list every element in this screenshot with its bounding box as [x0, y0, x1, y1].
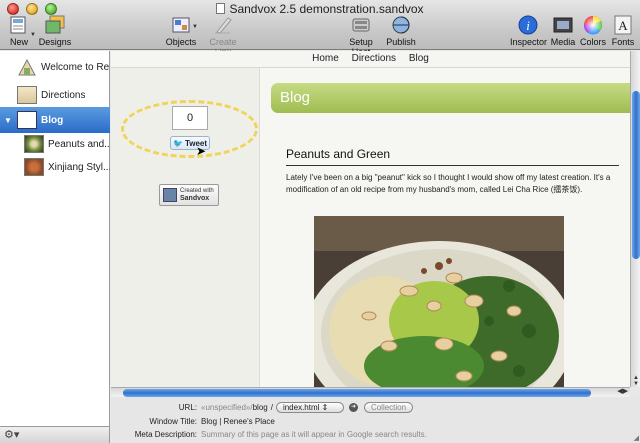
sidebar-item-label: Peanuts and...	[48, 138, 110, 150]
window-title: Sandvox 2.5 demonstration.sandvox	[0, 2, 640, 16]
toolbar: Sandvox 2.5 demonstration.sandvox New ▼ …	[0, 0, 640, 57]
fonts-icon: A	[614, 15, 632, 35]
publish-globe-icon	[392, 16, 410, 34]
nav-link-directions[interactable]: Directions	[352, 53, 396, 64]
site-navigation: Home Directions Blog	[111, 51, 630, 68]
svg-text:A: A	[618, 18, 628, 33]
section-title: Blog	[271, 83, 630, 113]
document-icon	[216, 3, 226, 14]
new-button[interactable]: New	[5, 15, 33, 47]
media-button[interactable]: Media	[550, 15, 576, 47]
horizontal-scrollbar[interactable]: ◀▶	[111, 387, 630, 397]
disclosure-triangle-icon[interactable]: ▼	[4, 116, 14, 125]
scroll-arrows-icon[interactable]: ▲ ▼	[631, 375, 640, 387]
colors-button[interactable]: Colors	[579, 15, 607, 47]
page-details-panel: URL: «unspecified»/ blog / index.html ⇕ …	[111, 397, 640, 443]
peanuts-post-thumbnail	[24, 135, 44, 153]
site-outline-sidebar: Welcome to Re... Directions ▼ Blog Peanu…	[0, 51, 110, 426]
url-row: URL: «unspecified»/ blog / index.html ⇕ …	[111, 401, 414, 414]
meta-description-field[interactable]: Summary of this page as it will appear i…	[201, 430, 427, 439]
xinjiang-post-thumbnail	[24, 158, 44, 176]
url-path-field[interactable]: blog	[253, 403, 268, 412]
media-film-icon	[553, 17, 573, 33]
sidebar-item-label: Directions	[41, 89, 86, 101]
sidebar-item-xinjiang[interactable]: Xinjiang Styl...	[0, 154, 110, 180]
post-title[interactable]: Peanuts and Green	[286, 147, 619, 166]
url-filename-select[interactable]: index.html ⇕	[275, 402, 344, 413]
nav-link-home[interactable]: Home	[312, 53, 339, 64]
go-to-url-icon[interactable]: ➜	[348, 403, 358, 412]
objects-dropdown-arrow[interactable]: ▼	[192, 24, 198, 30]
vertical-scrollbar[interactable]: ▲ ▼	[630, 51, 640, 387]
sidebar-item-directions[interactable]: Directions	[0, 82, 110, 108]
twitter-bird-icon: 🐦	[172, 138, 183, 148]
sidebar-column: 0 🐦 Tweet ➤ Created with Sandvox	[111, 68, 259, 387]
horizontal-scroll-thumb[interactable]	[123, 389, 591, 397]
link-pen-icon	[215, 17, 232, 34]
svg-text:i: i	[526, 18, 530, 33]
directions-page-thumbnail	[17, 86, 37, 104]
sidebar-footer: ⚙▾	[0, 426, 110, 443]
tweet-count: 0	[172, 106, 208, 130]
blog-collection-thumbnail	[17, 111, 37, 129]
new-page-icon	[10, 16, 26, 34]
post-body[interactable]: Lately I've been on a big "peanut" kick …	[286, 172, 621, 196]
nav-link-blog[interactable]: Blog	[409, 53, 429, 64]
page-content: Blog Peanuts and Green Lately I've been …	[259, 68, 630, 387]
color-wheel-icon	[583, 16, 603, 35]
sandvox-logo-icon	[163, 188, 177, 202]
lei-cha-rice-image	[314, 216, 564, 387]
objects-icon	[172, 17, 190, 33]
window-title-row: Window Title: Blog | Renee's Place	[149, 417, 275, 426]
resize-grip-icon[interactable]: ◢	[634, 434, 639, 442]
food-photo[interactable]	[314, 216, 564, 387]
window-title-field[interactable]: Blog | Renee's Place	[201, 417, 275, 426]
app-window: Sandvox 2.5 demonstration.sandvox New ▼ …	[0, 0, 640, 443]
info-icon: i	[518, 15, 538, 35]
designs-icon	[45, 15, 65, 34]
sidebar-item-label: Blog	[41, 114, 64, 126]
objects-button[interactable]: Objects	[164, 15, 198, 47]
sidebar-item-label: Welcome to Re...	[41, 61, 110, 73]
new-dropdown-arrow[interactable]: ▼	[30, 32, 36, 38]
designs-button[interactable]: Designs	[38, 15, 72, 47]
collection-button[interactable]: Collection	[363, 402, 414, 413]
inspector-button[interactable]: i Inspector	[510, 15, 547, 47]
horizontal-scroll-arrows-icon[interactable]: ◀▶	[617, 387, 628, 395]
web-preview[interactable]: Home Directions Blog 0 🐦 Tweet ➤ Created…	[111, 51, 630, 387]
meta-description-row: Meta Description: Summary of this page a…	[134, 430, 427, 439]
vertical-scroll-thumb[interactable]	[632, 91, 640, 259]
pointer-cursor-icon: ➤	[196, 144, 207, 158]
gear-icon[interactable]: ⚙▾	[4, 428, 19, 441]
sidebar-item-blog[interactable]: ▼ Blog	[0, 107, 110, 133]
sidebar-item-label: Xinjiang Styl...	[48, 161, 110, 173]
host-server-icon	[352, 18, 370, 32]
sidebar-item-welcome[interactable]: Welcome to Re...	[0, 54, 110, 80]
home-page-thumbnail	[18, 58, 36, 76]
fonts-button[interactable]: A Fonts	[610, 15, 636, 47]
created-with-sandvox-badge[interactable]: Created with Sandvox	[159, 184, 219, 206]
publish-button[interactable]: Publish	[386, 15, 416, 47]
